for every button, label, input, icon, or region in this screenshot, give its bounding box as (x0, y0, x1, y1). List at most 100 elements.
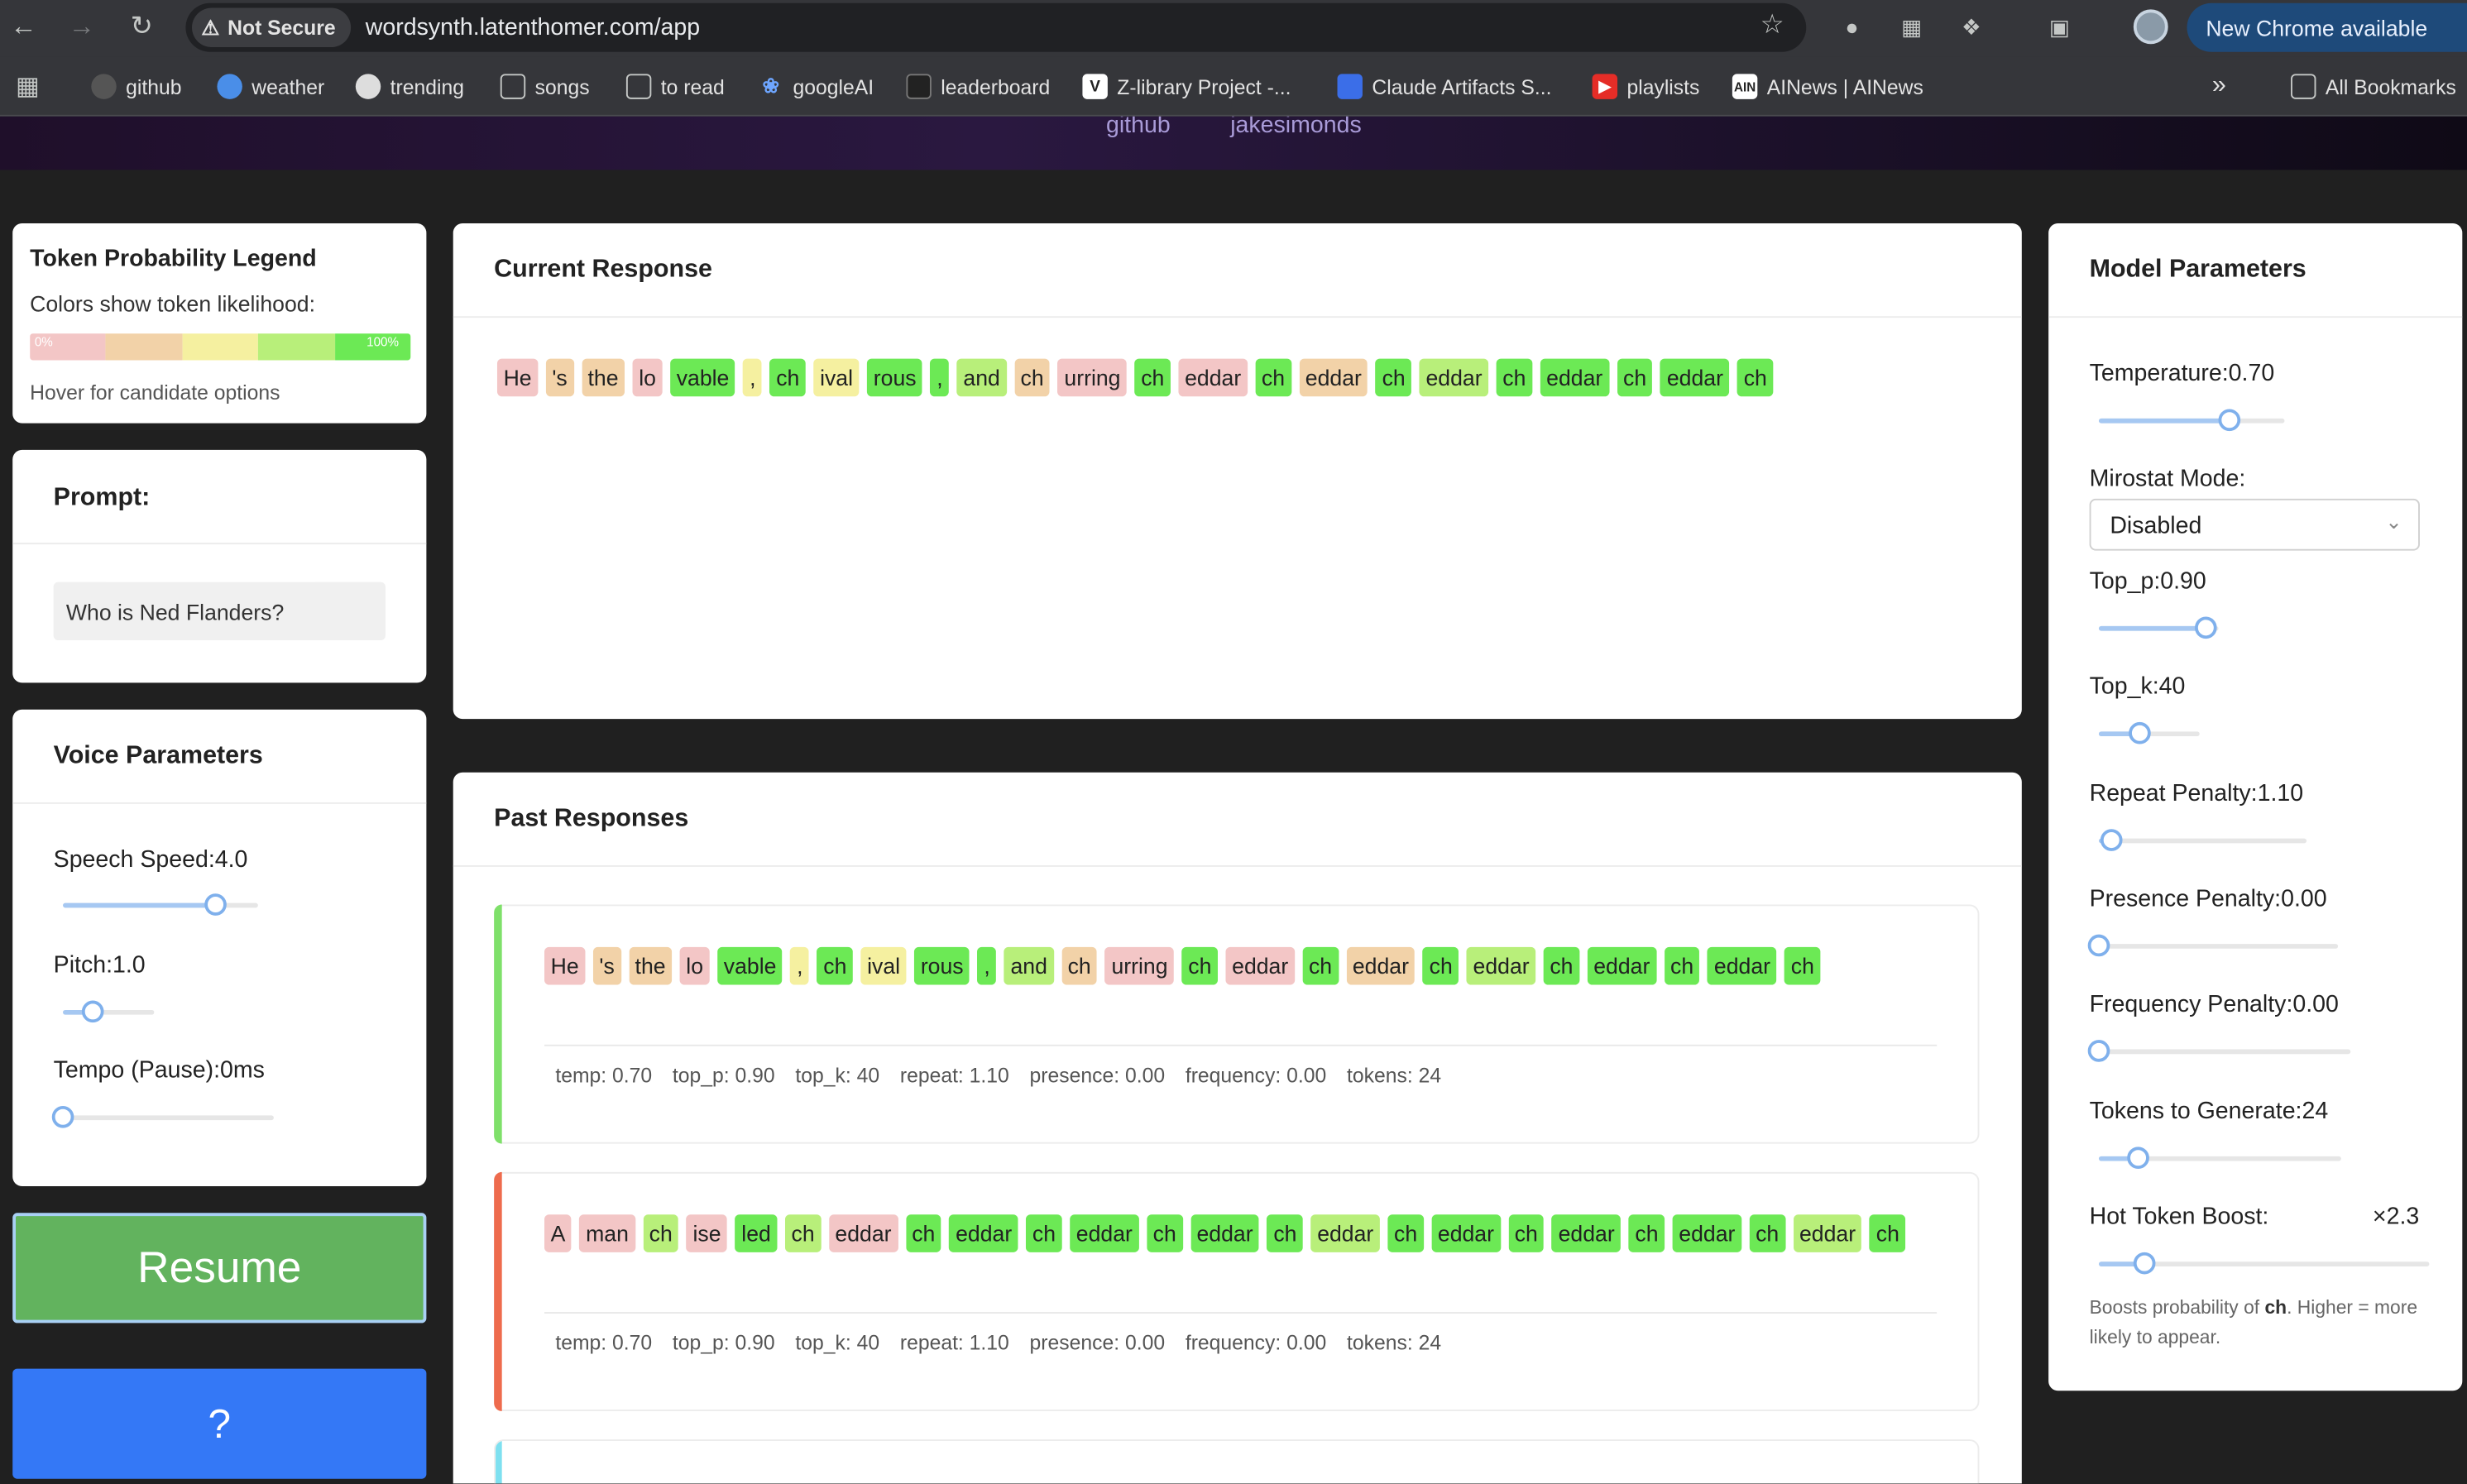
token-chip[interactable]: ise (686, 1214, 728, 1252)
token-chip[interactable]: ch (1134, 358, 1171, 397)
bookmark-songs[interactable]: songs (500, 72, 590, 100)
top-k-slider[interactable] (2099, 721, 2200, 744)
past-response-item[interactable]: Aman ch ise led ch eddar ch eddar ch eddar ch eddar… (494, 1171, 1980, 1411)
token-chip[interactable]: eddar (1466, 946, 1536, 985)
token-chip[interactable]: He (544, 946, 586, 985)
token-chip[interactable]: eddar (1190, 1214, 1260, 1252)
token-chip[interactable]: rous (867, 358, 923, 397)
slider-handle[interactable] (51, 1105, 74, 1128)
token-chip[interactable]: man (579, 1214, 635, 1252)
hot-token-boost-slider[interactable] (2099, 1252, 2430, 1275)
slider-handle[interactable] (2126, 1147, 2149, 1170)
token-chip[interactable]: ch (1302, 946, 1339, 985)
presence-penalty-slider[interactable] (2087, 934, 2339, 957)
new-chrome-button[interactable]: New Chrome available (2187, 2, 2467, 52)
address-bar[interactable]: ⚠ Not Secure wordsynth.latenthomer.com/a… (185, 2, 1807, 52)
token-chip[interactable]: ch (1628, 1214, 1665, 1252)
bookmark-to-read[interactable]: to read (625, 72, 725, 100)
tempo-slider[interactable] (51, 1105, 274, 1128)
token-chip[interactable]: eddar (1346, 946, 1416, 985)
extensions-puzzle-icon[interactable]: ❖ (1957, 12, 1986, 41)
token-chip[interactable]: eddar (1660, 358, 1730, 397)
all-bookmarks[interactable]: All Bookmarks (2291, 72, 2456, 100)
token-chip[interactable]: He (496, 358, 539, 397)
token-chip[interactable]: 's (592, 946, 621, 985)
bookmark-googleai[interactable]: ❀ googleAI (759, 72, 874, 100)
slider-handle[interactable] (2195, 616, 2218, 639)
token-chip[interactable]: ch (1147, 1214, 1183, 1252)
token-chip[interactable]: urring (1104, 946, 1175, 985)
token-chip[interactable]: rous (914, 946, 970, 985)
bookmark-playlists[interactable]: ▶ playlists (1592, 72, 1699, 100)
slider-handle[interactable] (82, 1000, 104, 1023)
slider-handle[interactable] (2087, 1040, 2110, 1062)
token-chip[interactable]: , (743, 358, 763, 397)
token-chip[interactable]: , (930, 358, 950, 397)
token-chip[interactable]: eddar (1551, 1214, 1622, 1252)
token-chip[interactable]: ch (905, 1214, 941, 1252)
cookie-extension-icon[interactable]: ● (1837, 12, 1866, 41)
pitch-slider[interactable] (63, 1000, 155, 1023)
url-text[interactable]: wordsynth.latenthomer.com/app (366, 14, 700, 41)
token-chip[interactable]: ch (1508, 1214, 1545, 1252)
token-chip[interactable]: ch (643, 1214, 679, 1252)
token-chip[interactable]: , (977, 946, 997, 985)
token-chip[interactable]: eddar (1310, 1214, 1380, 1252)
token-chip[interactable]: eddar (1299, 358, 1368, 397)
jakesimonds-link[interactable]: jakesimonds (1230, 117, 1362, 139)
token-chip[interactable]: ch (1013, 358, 1051, 397)
forward-arrow-icon[interactable]: → (66, 11, 98, 42)
token-chip[interactable]: ch (1870, 1214, 1906, 1252)
speech-speed-slider[interactable] (63, 893, 258, 916)
token-chip[interactable]: ch (769, 358, 806, 397)
token-chip[interactable]: ch (1387, 1214, 1424, 1252)
token-chip[interactable]: lo (679, 946, 710, 985)
slider-handle[interactable] (2100, 829, 2123, 851)
back-arrow-icon[interactable]: ← (8, 11, 40, 42)
token-chip[interactable]: lo (632, 358, 663, 397)
token-chip[interactable]: ch (1026, 1214, 1062, 1252)
token-chip[interactable]: 's (545, 358, 574, 397)
repeat-penalty-slider[interactable] (2099, 829, 2307, 851)
bookmark-ainews[interactable]: AIN AINews | AINews (1732, 72, 1923, 100)
bookmark-zlibrary[interactable]: V Z-library Project -... (1082, 72, 1291, 100)
past-response-item[interactable] (494, 1439, 1980, 1484)
temperature-slider[interactable] (2099, 409, 2285, 432)
token-chip[interactable]: eddar (949, 1214, 1018, 1252)
apps-grid-icon[interactable]: ▦ (16, 72, 40, 100)
slider-handle[interactable] (2128, 721, 2150, 744)
token-chip[interactable]: eddar (1708, 946, 1777, 985)
top-p-slider[interactable] (2099, 616, 2219, 639)
bookmark-claude-artifacts[interactable]: Claude Artifacts S... (1337, 72, 1552, 100)
token-chip[interactable]: ch (1255, 358, 1291, 397)
bookmark-weather[interactable]: weather (217, 72, 324, 100)
reader-extension-icon[interactable]: ▦ (1898, 12, 1926, 41)
slider-handle[interactable] (2087, 934, 2110, 957)
slider-handle[interactable] (2134, 1252, 2157, 1275)
token-chip[interactable]: eddar (1178, 358, 1248, 397)
slider-handle[interactable] (204, 893, 227, 916)
help-button[interactable]: ? (12, 1368, 427, 1479)
token-chip[interactable]: urring (1057, 358, 1128, 397)
token-chip[interactable]: ch (1784, 946, 1821, 985)
slider-handle[interactable] (2217, 409, 2240, 432)
bookmark-github[interactable]: github (91, 72, 182, 100)
bookmark-star-icon[interactable]: ☆ (1760, 9, 1784, 41)
profile-avatar[interactable] (2133, 9, 2168, 45)
token-chip[interactable]: eddar (1070, 1214, 1139, 1252)
tab-search-icon[interactable]: ▣ (2045, 12, 2073, 41)
more-bookmarks-chevron-icon[interactable]: » (2212, 72, 2226, 100)
tokens-to-generate-slider[interactable] (2099, 1147, 2341, 1170)
token-chip[interactable]: eddar (1431, 1214, 1501, 1252)
token-chip[interactable]: ch (1061, 946, 1098, 985)
token-chip[interactable]: ch (1543, 946, 1580, 985)
token-chip[interactable]: ival (813, 358, 860, 397)
token-chip[interactable]: the (628, 946, 673, 985)
token-chip[interactable]: A (544, 1214, 572, 1252)
token-chip[interactable]: eddar (1587, 946, 1656, 985)
token-chip[interactable]: led (735, 1214, 778, 1252)
bookmark-leaderboard[interactable]: leaderboard (906, 72, 1050, 100)
token-chip[interactable]: , (790, 946, 810, 985)
token-chip[interactable]: ch (1617, 358, 1653, 397)
token-chip[interactable]: eddar (1419, 358, 1489, 397)
